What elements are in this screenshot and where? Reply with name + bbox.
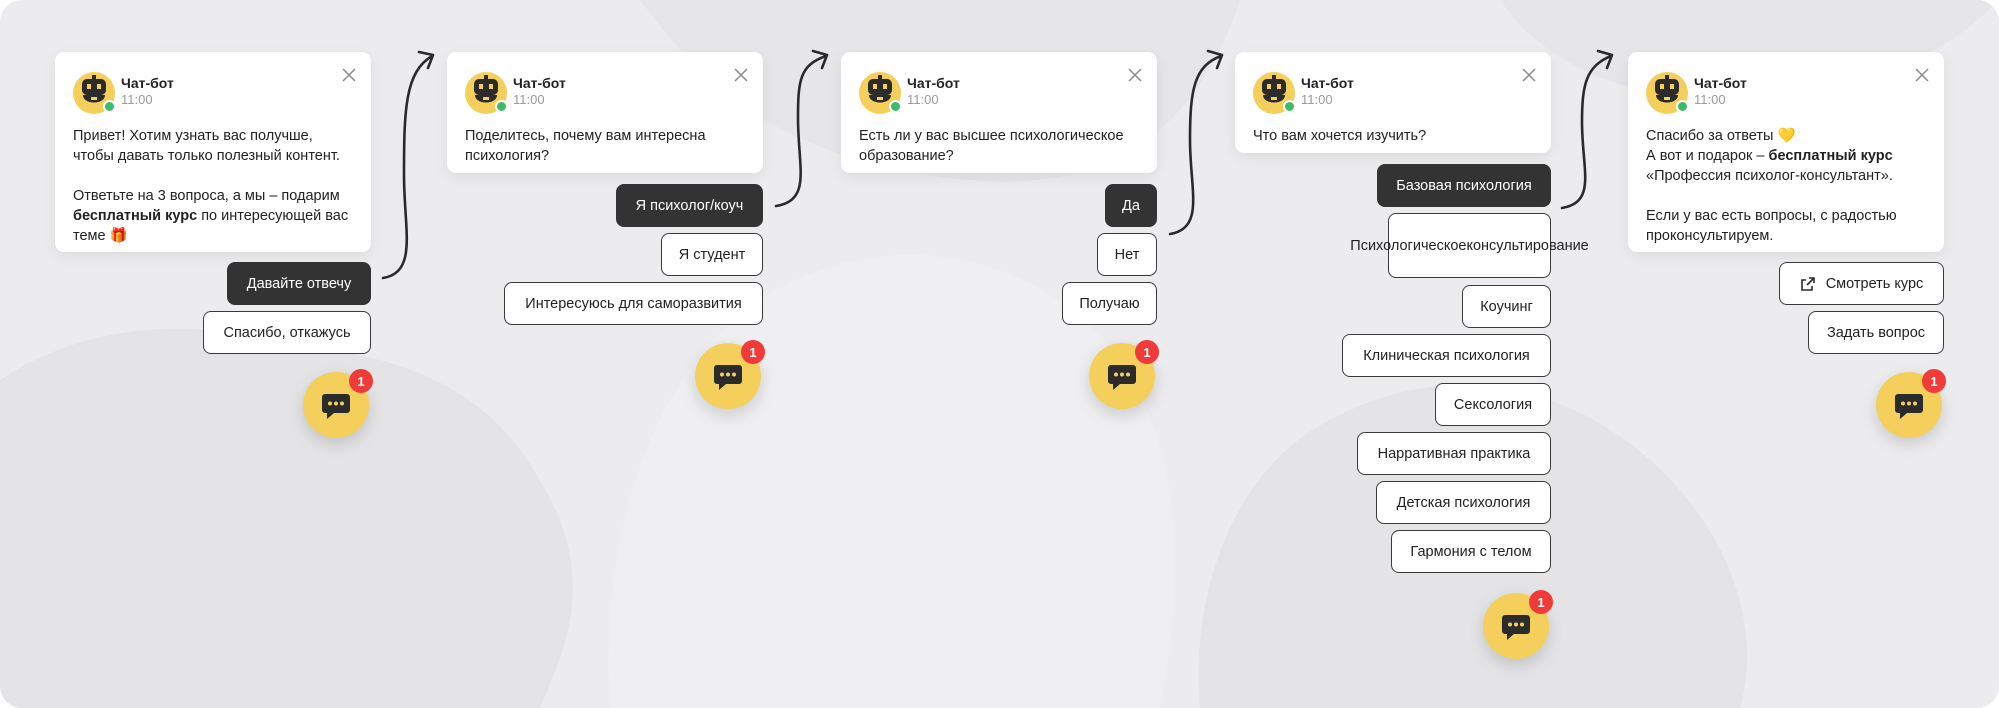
card-header: Чат-бот 11:00 (1646, 72, 1926, 114)
bot-name: Чат-бот (1301, 75, 1354, 91)
option-body-harmony-button[interactable]: Гармония с телом (1391, 530, 1551, 573)
chat-launcher-button[interactable]: 1 (1089, 340, 1159, 409)
bold-highlight: бесплатный курс (1768, 148, 1893, 164)
message-time: 11:00 (1694, 92, 1726, 107)
option-self-development-button[interactable]: Интересуюсь для саморазвития (504, 282, 763, 325)
bot-name: Чат-бот (121, 75, 174, 91)
bold-highlight: бесплатный курс (73, 208, 198, 224)
robot-avatar-icon (859, 72, 902, 114)
chat-card-2: Чат-бот 11:00 Поделитесь, почему вам инт… (447, 52, 763, 173)
option-yes-button[interactable]: Да (1105, 184, 1157, 227)
close-icon[interactable] (1914, 67, 1930, 83)
online-indicator (495, 100, 508, 113)
notification-badge: 1 (1135, 340, 1159, 364)
option-clinical-psychology-button[interactable]: Клиническая психология (1342, 334, 1551, 377)
option-answer-button[interactable]: Давайте отвечу (227, 262, 371, 305)
online-indicator (889, 100, 902, 113)
card-header: Чат-бот 11:00 (465, 72, 745, 114)
option-psychologist-button[interactable]: Я психолог/коуч (616, 184, 763, 227)
robot-avatar-icon (1253, 72, 1296, 114)
chat-card-1: Чат-бот 11:00 Привет! Хотим узнать вас п… (55, 52, 371, 252)
close-icon[interactable] (341, 67, 357, 83)
chat-bubble-icon (1895, 394, 1923, 419)
option-student-button[interactable]: Я студент (661, 233, 763, 276)
notification-badge: 1 (741, 340, 765, 364)
chat-bubble-icon (714, 365, 742, 390)
ask-question-button[interactable]: Задать вопрос (1808, 311, 1944, 354)
option-narrative-practice-button[interactable]: Нарративная практика (1357, 432, 1551, 475)
online-indicator (1676, 100, 1689, 113)
card-header: Чат-бот 11:00 (1253, 72, 1533, 114)
robot-avatar-icon (73, 72, 116, 114)
chat-bubble-icon (1108, 365, 1136, 390)
bot-message: Привет! Хотим узнать вас получше, чтобы д… (73, 128, 349, 244)
external-link-icon (1800, 276, 1816, 292)
option-sexology-button[interactable]: Сексология (1435, 383, 1551, 426)
robot-avatar-icon (1646, 72, 1689, 114)
close-icon[interactable] (1127, 67, 1143, 83)
online-indicator (1283, 100, 1296, 113)
notification-badge: 1 (349, 369, 373, 393)
robot-avatar-icon (465, 72, 508, 114)
option-no-button[interactable]: Нет (1097, 233, 1157, 276)
bot-message: Спасибо за ответы 💛 А вот и подарок – бес… (1646, 128, 1897, 244)
close-icon[interactable] (733, 67, 749, 83)
notification-badge: 1 (1922, 369, 1946, 393)
option-studying-button[interactable]: Получаю (1062, 282, 1157, 325)
view-course-button[interactable]: Смотреть курс (1779, 262, 1944, 305)
message-time: 11:00 (121, 92, 153, 107)
card-header: Чат-бот 11:00 (859, 72, 1139, 114)
notification-badge: 1 (1529, 590, 1553, 614)
option-basic-psychology-button[interactable]: Базовая психология (1377, 164, 1551, 207)
online-indicator (103, 100, 116, 113)
option-child-psychology-button[interactable]: Детская психология (1376, 481, 1551, 524)
chat-launcher-button[interactable]: 1 (303, 369, 373, 438)
message-time: 11:00 (513, 92, 545, 107)
bot-name: Чат-бот (513, 75, 566, 91)
message-time: 11:00 (1301, 92, 1333, 107)
bot-name: Чат-бот (907, 75, 960, 91)
bot-message: Есть ли у вас высшее психологическое обра… (859, 128, 1124, 164)
chat-launcher-button[interactable]: 1 (695, 340, 765, 409)
chat-launcher-button[interactable]: 1 (1876, 369, 1946, 438)
chat-bubble-icon (1502, 615, 1530, 640)
option-coaching-button[interactable]: Коучинг (1462, 285, 1551, 328)
bot-message: Поделитесь, почему вам интересна психолог… (465, 128, 706, 164)
chat-card-3: Чат-бот 11:00 Есть ли у вас высшее психо… (841, 52, 1157, 173)
chat-bubble-icon (322, 394, 350, 419)
bot-name: Чат-бот (1694, 75, 1747, 91)
option-decline-button[interactable]: Спасибо, откажусь (203, 311, 371, 354)
message-time: 11:00 (907, 92, 939, 107)
chat-card-4: Чат-бот 11:00 Что вам хочется изучить? (1235, 52, 1551, 153)
bot-message: Что вам хочется изучить? (1253, 128, 1427, 144)
card-header: Чат-бот 11:00 (73, 72, 353, 114)
flow-canvas: Чат-бот 11:00 Привет! Хотим узнать вас п… (0, 0, 1999, 708)
chat-launcher-button[interactable]: 1 (1483, 590, 1553, 659)
chat-card-5: Чат-бот 11:00 Спасибо за ответы 💛 А вот и… (1628, 52, 1944, 252)
close-icon[interactable] (1521, 67, 1537, 83)
option-counseling-button[interactable]: Психологическое консультирование (1350, 213, 1589, 278)
